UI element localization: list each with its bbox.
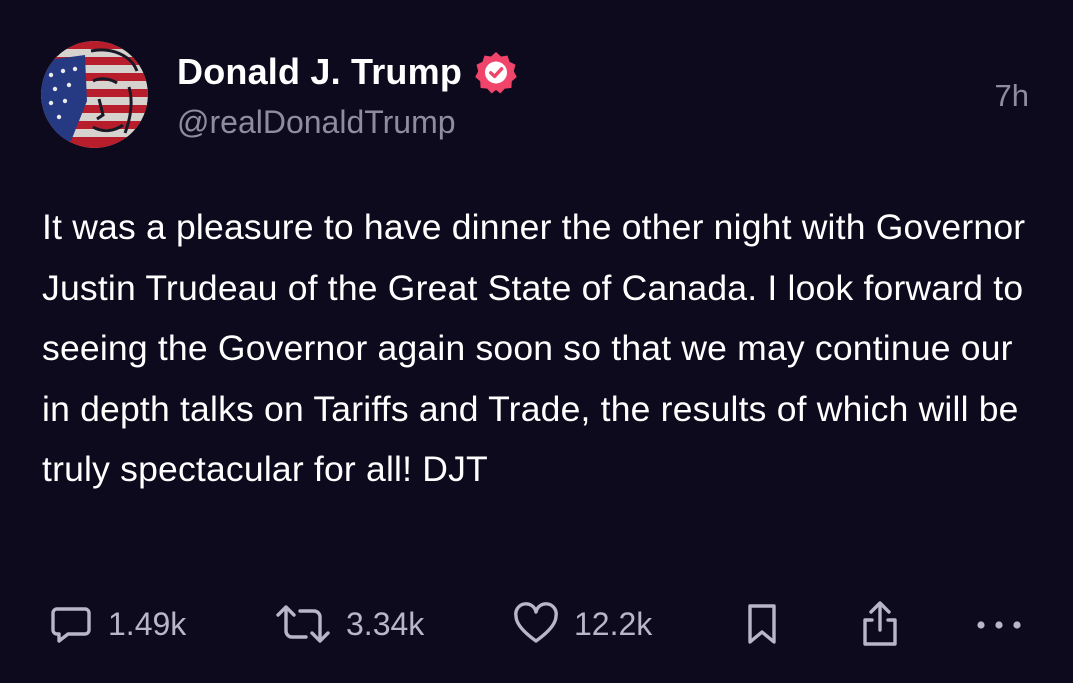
author-avatar[interactable] xyxy=(41,41,148,148)
like-count: 12.2k xyxy=(574,605,653,642)
share-button[interactable] xyxy=(858,596,902,652)
post-text: It was a pleasure to have dinner the oth… xyxy=(42,207,1026,489)
author-handle[interactable]: @realDonaldTrump xyxy=(177,104,456,141)
post-actions-bar: 1.49k 3.34k 12.2k xyxy=(0,596,1073,652)
post-timestamp[interactable]: 7h xyxy=(995,78,1029,114)
post-card: Donald J. Trump @realDonaldTrump 7h It w… xyxy=(0,0,1073,683)
share-icon xyxy=(863,601,897,646)
repost-count: 3.34k xyxy=(346,605,425,642)
repost-icon xyxy=(276,605,330,643)
bookmark-button[interactable] xyxy=(742,596,782,652)
bookmark-icon xyxy=(748,604,776,644)
heart-icon xyxy=(514,602,558,643)
display-name-row: Donald J. Trump xyxy=(177,50,518,94)
reply-icon xyxy=(51,607,91,643)
more-icon xyxy=(977,621,1021,629)
repost-button[interactable]: 3.34k xyxy=(274,596,424,652)
flag-portrait-avatar-image xyxy=(41,41,148,148)
reply-count: 1.49k xyxy=(108,605,187,642)
like-button[interactable]: 12.2k xyxy=(512,596,652,652)
more-button[interactable] xyxy=(972,596,1026,652)
author-display-name[interactable]: Donald J. Trump xyxy=(177,51,462,93)
reply-button[interactable]: 1.49k xyxy=(48,596,186,652)
verified-badge-icon xyxy=(474,50,518,94)
